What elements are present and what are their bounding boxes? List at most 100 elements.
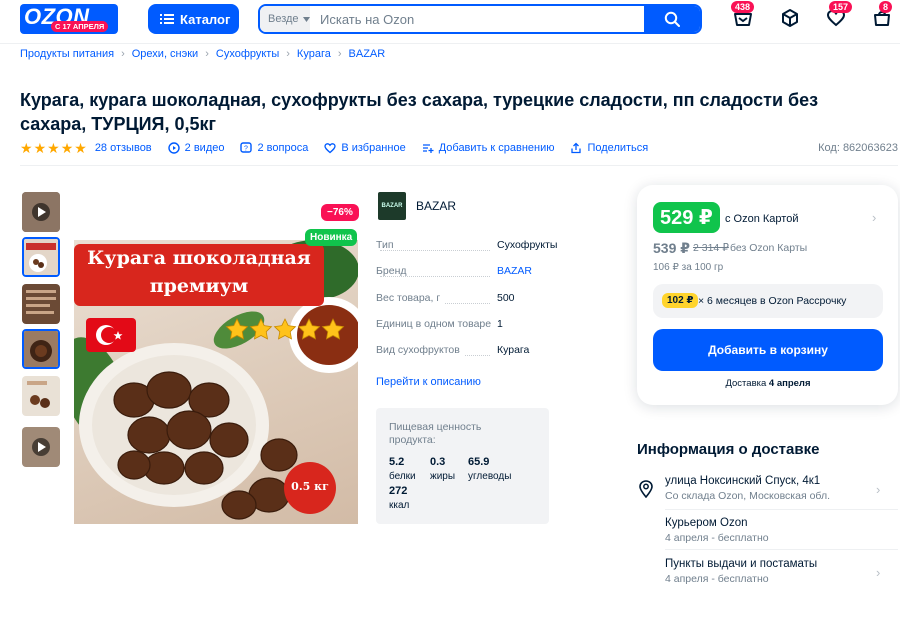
fat-value: 0.3 [430,456,446,468]
old-price: 2 314 ₽ [693,242,729,254]
delivery-address-sub: Со склада Ozon, Московская обл. [665,490,830,502]
menu-icon [160,14,174,24]
header-divider [0,43,900,44]
carbs-value: 65.9 [468,456,490,468]
spec-value: Курага [497,344,530,356]
share-label: Поделиться [587,142,649,154]
search-button[interactable] [644,6,700,32]
chevron-right-icon[interactable]: › [876,565,880,580]
heart-icon [324,143,336,154]
product-code: Код: 862063623 [818,142,898,154]
gallery-thumb-video[interactable] [22,192,60,232]
catalog-button[interactable]: Каталог [148,4,239,34]
delivery-divider [665,549,898,550]
product-thumb-image [22,284,60,324]
installment-badge: 102 ₽ [662,293,699,308]
nutrition-label: Пищевая ценность продукта: [389,421,482,446]
videos-link[interactable]: 2 видео [167,142,225,154]
breadcrumb-item[interactable]: Орехи, снэки [132,48,198,60]
delivery-pickup[interactable]: Пункты выдачи и постаматы [665,558,817,570]
spec-dots [380,276,490,277]
carbs-unit: углеводы [468,471,512,482]
gallery-thumb-video[interactable] [22,427,60,467]
spec-value: 1 [497,318,503,330]
installment-text: × 6 месяцев в Ozon Рассрочку [698,295,847,307]
seller-logo-text: BAZAR [381,203,403,209]
chevron-right-icon[interactable]: › [872,210,876,225]
image-banner: Курага шоколадная премиум [74,244,324,300]
chevron-right-icon: › [121,48,125,60]
fat-unit: жиры [430,471,456,482]
cart-button[interactable]: 8 [872,1,893,28]
videos-label: 2 видео [184,142,225,154]
chevron-right-icon[interactable]: › [876,482,880,497]
search-scope-label: Везде [268,13,299,25]
search-input[interactable] [310,6,644,32]
delivery-divider [665,509,898,510]
chevron-down-icon [302,16,310,22]
gallery-thumb[interactable] [22,329,60,369]
reviews-label: 28 отзывов [94,142,152,154]
delivery-address[interactable]: улица Ноксинский Спуск, 4к1 [665,475,820,487]
catalog-label: Каталог [180,11,231,27]
share-link[interactable]: Поделиться [570,142,648,154]
compare-link[interactable]: Добавить к сравнению [422,142,555,154]
gallery-thumb-selected[interactable] [22,237,60,277]
image-banner-line2: премиум [149,275,249,297]
product-thumb-image [24,239,58,275]
orders-button[interactable]: 438 [731,1,755,28]
breadcrumb-item[interactable]: Продукты питания [20,48,114,60]
ozon-logo[interactable]: OZON С 17 АПРЕЛЯ [20,4,118,34]
question-icon: ? [240,142,253,153]
rating-stars: ★ ★ ★ ★ ★ [20,140,87,156]
favorites-box-button[interactable] [780,8,800,28]
regular-price: 539 ₽ [653,240,690,256]
spec-value: Сухофрукты [497,239,558,251]
gallery-thumb[interactable] [22,376,60,416]
chevron-right-icon: › [337,48,342,60]
spec-key: Вид сухофруктов [376,344,460,356]
regular-price-caption: без Ozon Карты [730,242,808,254]
product-main-image[interactable]: Курага шоколадная премиум 0.5 кг [74,240,358,524]
add-to-favorites-link[interactable]: В избранное [324,142,406,154]
ozon-card-caption: с Ozon Картой [725,213,799,225]
video-icon [167,142,180,154]
breadcrumb-item[interactable]: Курага [297,48,331,60]
image-weight-label: 0.5 кг [291,480,329,493]
delivery-heading: Информация о доставке [637,441,820,458]
meta-divider [20,165,898,166]
search-scope-select[interactable]: Везде [260,6,310,32]
logo-promo-tag: С 17 АПРЕЛЯ [51,21,109,32]
delivery-date: 4 апреля [768,378,811,389]
reviews-link[interactable]: 28 отзывов [95,142,152,154]
breadcrumb-item[interactable]: Сухофрукты [216,48,279,60]
favorite-label: В избранное [341,142,406,154]
gallery-thumb[interactable] [22,284,60,324]
ozon-card-price: 529 ₽ [653,202,720,233]
delivery-pickup-sub: 4 апреля - бесплатно [665,573,769,585]
delivery-courier-sub: 4 апреля - бесплатно [665,532,769,544]
favorites-badge: 157 [829,1,853,13]
breadcrumb-item[interactable]: BAZAR [349,48,386,60]
add-to-cart-button[interactable]: Добавить в корзину [653,329,883,371]
play-icon [22,192,60,232]
seller-logo[interactable]: BAZAR [378,192,406,220]
location-pin-icon [638,480,654,498]
brand-link[interactable]: BAZAR [497,265,532,277]
spec-dots [465,355,490,356]
breadcrumb: Продукты питания › Орехи, снэки › Сухофрук… [20,48,385,60]
share-icon [571,142,582,154]
delivery-courier[interactable]: Курьером Ozon [665,517,747,529]
search-bar: Везде [258,4,702,34]
questions-link[interactable]: ? 2 вопроса [240,142,308,154]
spec-key: Вес товара, г [376,292,441,304]
compare-label: Добавить к сравнению [438,142,555,154]
search-icon [664,11,680,27]
discount-badge: −76% [321,204,359,221]
go-to-description-link[interactable]: Перейти к описанию [376,376,481,388]
seller-name[interactable]: BAZAR [416,199,456,213]
orders-badge: 438 [731,1,755,13]
favorites-button[interactable]: 157 [826,1,853,28]
protein-unit: белки [389,471,416,482]
delivery-prefix: Доставка [725,378,769,389]
